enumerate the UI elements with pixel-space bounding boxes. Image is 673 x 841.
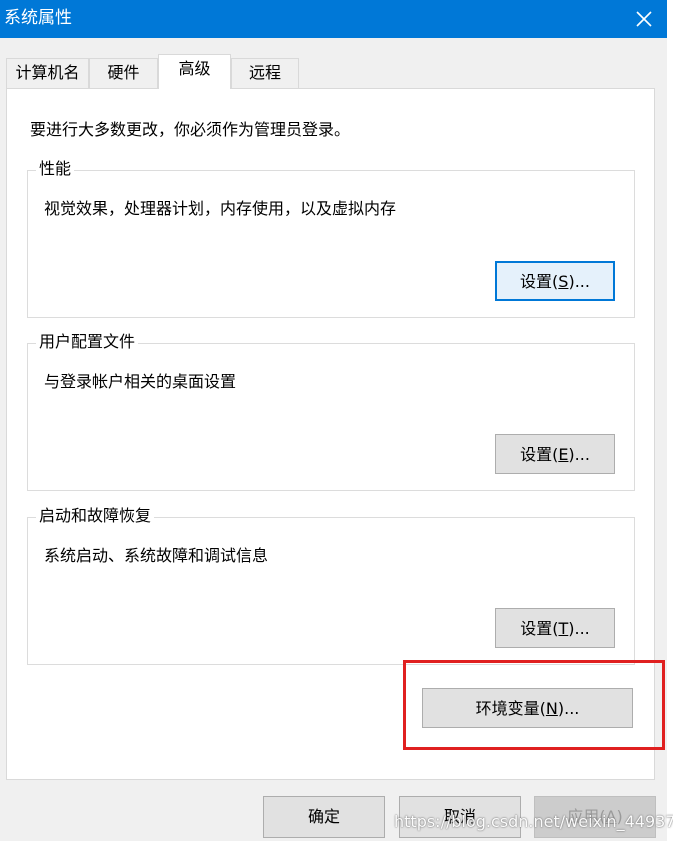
tab-hardware[interactable]: 硬件 [89,58,158,88]
startup-recovery-title: 启动和故障恢复 [36,506,155,526]
user-profiles-settings-button[interactable]: 设置(E)... [495,434,615,474]
performance-group: 性能 视觉效果，处理器计划，内存使用，以及虚拟内存 设置(S)... [27,159,635,318]
tab-label: 远程 [248,63,281,82]
tab-label: 硬件 [107,63,140,82]
tab-computer-name[interactable]: 计算机名 [6,58,89,88]
watermark: https://blog.csdn.net/weixin_44937651 [394,812,673,831]
ok-button[interactable]: 确定 [263,796,385,838]
tab-remote[interactable]: 远程 [231,58,299,88]
startup-recovery-group: 启动和故障恢复 系统启动、系统故障和调试信息 设置(T)... [27,506,635,665]
tab-label: 计算机名 [15,63,80,82]
window-title: 系统属性 [4,8,72,28]
startup-recovery-description: 系统启动、系统故障和调试信息 [44,546,269,565]
performance-settings-button[interactable]: 设置(S)... [495,261,615,301]
performance-title: 性能 [36,159,75,179]
performance-description: 视觉效果，处理器计划，内存使用，以及虚拟内存 [44,199,397,218]
close-button[interactable] [621,0,667,38]
user-profiles-title: 用户配置文件 [36,332,139,352]
admin-note: 要进行大多数更改，你必须作为管理员登录。 [30,120,351,139]
red-highlight-box [403,660,665,750]
startup-recovery-settings-button[interactable]: 设置(T)... [495,608,615,648]
user-profiles-group: 用户配置文件 与登录帐户相关的桌面设置 设置(E)... [27,332,635,491]
tab-advanced[interactable]: 高级 [158,54,231,89]
window-edge [667,0,673,841]
close-icon [636,11,652,27]
tab-label: 高级 [178,59,211,78]
title-bar[interactable]: 系统属性 [0,0,667,38]
user-profiles-description: 与登录帐户相关的桌面设置 [44,372,237,391]
